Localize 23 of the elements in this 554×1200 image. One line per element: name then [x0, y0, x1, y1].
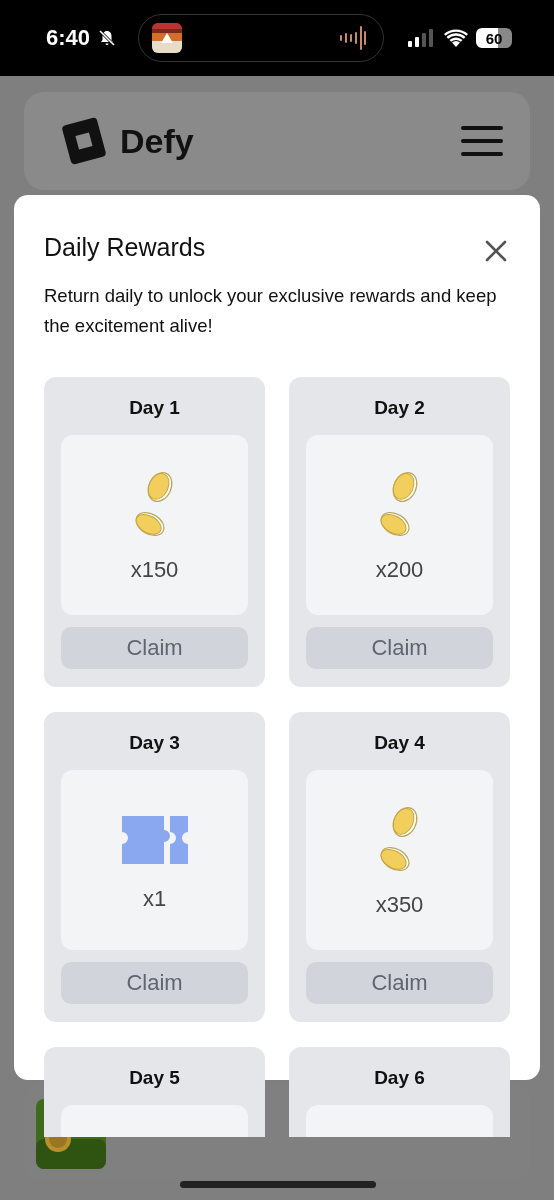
- muted-bell-icon: [98, 29, 116, 47]
- battery-indicator: 60: [476, 28, 512, 48]
- logo-icon: [60, 117, 108, 165]
- menu-icon[interactable]: [460, 124, 504, 158]
- clock-time: 6:40: [46, 25, 92, 51]
- modal-description: Return daily to unlock your exclusive rewards and keep the excitement alive!: [44, 284, 498, 338]
- reward-amount: x200: [375, 557, 424, 583]
- reward-amount: x1: [142, 886, 167, 912]
- day-label: Day 2: [374, 397, 425, 419]
- ticket-icon: [119, 814, 190, 866]
- close-icon[interactable]: [484, 239, 508, 263]
- reward-amount: x150: [130, 557, 179, 583]
- day-label: Day 3: [129, 732, 180, 754]
- modal-title: Daily Rewards: [44, 232, 206, 262]
- brand-name: Defy: [120, 121, 195, 161]
- signal-icon: [408, 29, 434, 47]
- waveform-icon: [339, 25, 367, 51]
- reward-amount: x350: [375, 892, 424, 918]
- day-label: Day 4: [374, 732, 425, 754]
- day-label: Day 1: [129, 397, 180, 419]
- day-label: Day 5: [129, 1067, 180, 1089]
- wifi-icon: [444, 29, 468, 47]
- day-label: Day 6: [374, 1067, 425, 1089]
